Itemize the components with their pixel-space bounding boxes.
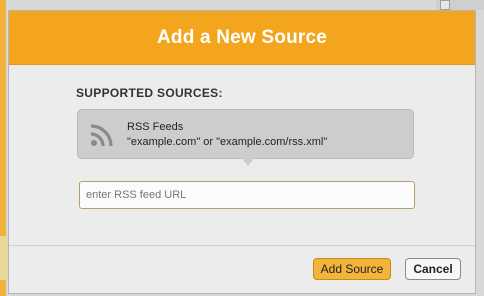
backdrop-close-icon xyxy=(440,0,450,10)
rss-icon xyxy=(90,124,113,147)
rss-url-input[interactable] xyxy=(79,181,415,209)
add-source-dialog: Add a New Source SUPPORTED SOURCES: RSS … xyxy=(8,10,476,294)
source-name: RSS Feeds xyxy=(127,121,184,133)
rss-source-card: RSS Feeds "example.com" or "example.com/… xyxy=(77,109,414,166)
add-source-button[interactable]: Add Source xyxy=(313,258,391,280)
dialog-header: Add a New Source xyxy=(9,11,475,65)
footer-divider xyxy=(9,245,475,246)
source-examples: "example.com" or "example.com/rss.xml" xyxy=(127,136,328,148)
supported-sources-heading: SUPPORTED SOURCES: xyxy=(76,86,223,100)
backdrop-partial-content xyxy=(0,236,8,280)
cancel-button[interactable]: Cancel xyxy=(405,258,461,280)
dialog-title: Add a New Source xyxy=(156,26,328,48)
